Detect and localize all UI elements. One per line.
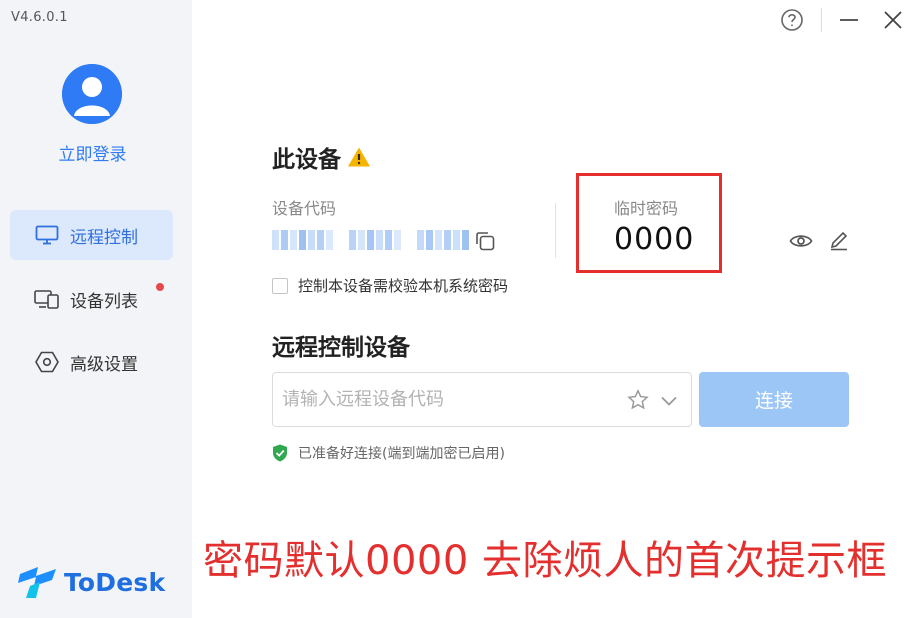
monitor-icon [34, 224, 60, 246]
shield-check-icon [272, 444, 288, 462]
sidebar-item-remote-control[interactable]: 远程控制 [10, 210, 173, 260]
help-icon[interactable] [777, 6, 807, 34]
window-controls [777, 6, 908, 34]
password-highlight-box [576, 173, 722, 273]
device-code-value-masked [272, 228, 469, 252]
window-controls-divider [821, 8, 822, 32]
remote-code-input[interactable] [282, 389, 612, 410]
edit-pencil-icon[interactable] [828, 231, 850, 251]
this-device-title: 此设备 [272, 140, 371, 174]
connection-status: 已准备好连接(端到端加密已启用) [272, 443, 505, 463]
sidebar-item-device-list[interactable]: 设备列表 [10, 274, 173, 324]
star-icon[interactable] [627, 389, 649, 411]
status-text: 已准备好连接(端到端加密已启用) [298, 446, 505, 462]
close-icon[interactable] [878, 6, 908, 34]
annotation-caption: 密码默认0000 去除烦人的首次提示框 [203, 538, 888, 584]
todesk-logo-icon [18, 567, 56, 598]
device-divider [555, 203, 556, 258]
brand-logo: ToDesk [16, 564, 165, 600]
minimize-icon[interactable] [834, 6, 864, 34]
device-code-label: 设备代码 [272, 199, 337, 218]
remote-code-field [272, 372, 692, 427]
brand-name: ToDesk [64, 567, 166, 597]
sidebar-item-label: 设备列表 [70, 291, 138, 312]
sidebar: V4.6.0.1 立即登录 远程控制 设备列表 高级设置 ToDesk [0, 0, 192, 618]
warning-icon[interactable] [347, 146, 371, 168]
user-avatar-icon[interactable] [62, 64, 122, 124]
verify-system-password-option[interactable]: 控制本设备需校验本机系统密码 [272, 275, 508, 296]
checkbox-label: 控制本设备需校验本机系统密码 [298, 277, 509, 295]
chevron-down-icon[interactable] [659, 391, 679, 411]
version-label: V4.6.0.1 [11, 10, 68, 25]
sidebar-item-label: 高级设置 [70, 354, 138, 375]
sidebar-item-label: 远程控制 [70, 227, 138, 248]
login-link[interactable]: 立即登录 [0, 140, 185, 165]
notification-dot [156, 283, 164, 291]
hexagon-gear-icon [34, 351, 60, 373]
devices-icon [34, 288, 60, 310]
eye-icon[interactable] [789, 231, 813, 251]
sidebar-item-advanced-settings[interactable]: 高级设置 [10, 337, 173, 387]
verify-system-password-checkbox[interactable] [272, 277, 288, 294]
connect-button[interactable]: 连接 [699, 372, 849, 427]
remote-control-title: 远程控制设备 [272, 335, 410, 361]
copy-icon[interactable] [474, 230, 496, 252]
